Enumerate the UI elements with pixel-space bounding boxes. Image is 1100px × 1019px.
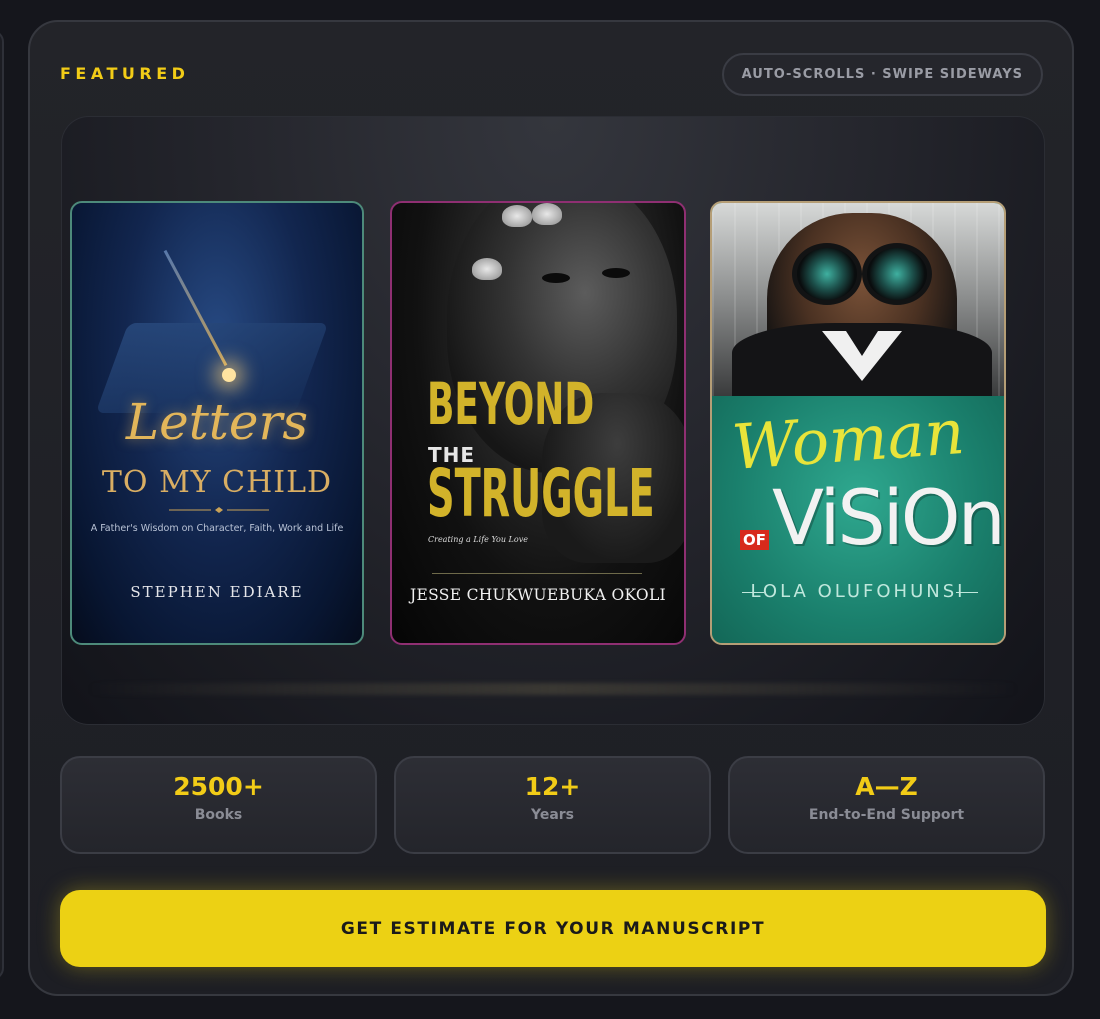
book-card-beyond-the-struggle[interactable]: BEYOND THE STRUGGLE Creating a Life You … — [390, 201, 686, 645]
book-card-letters-to-my-child[interactable]: Letters TO MY CHILD A Father's Wisdom on… — [70, 201, 364, 645]
book-author: JESSE CHUKWUEBUKA OKOLI — [410, 586, 666, 604]
cover-art-photo — [712, 203, 1004, 403]
binocular-icon — [792, 243, 862, 305]
stat-value: 2500+ — [173, 772, 264, 801]
book-subtitle: Creating a Life You Love — [428, 535, 528, 544]
cover-art-eye — [602, 268, 630, 278]
book-card-woman-of-vision[interactable]: Woman ViSiOn OF LOLA OLUFOHUNSI — [710, 201, 1006, 645]
book-title-bottom: STRUGGLE — [427, 455, 655, 532]
stat-value: 12+ — [524, 772, 581, 801]
stat-label: End-to-End Support — [808, 807, 965, 823]
stat-value: A—Z — [855, 772, 918, 801]
section-heading: FEATURED — [60, 64, 190, 83]
stat-card-books: 2500+ Books — [60, 756, 377, 854]
scroll-hint-pill: AUTO-SCROLLS · SWIPE SIDEWAYS — [721, 53, 1043, 96]
book-title-script: Letters — [125, 393, 309, 451]
previous-panel-edge — [0, 30, 4, 980]
book-title-top: BEYOND — [427, 370, 595, 438]
cover-art-eye — [542, 273, 570, 283]
cover-art-flower — [502, 205, 532, 227]
book-author: STEPHEN EDIARE — [130, 583, 304, 601]
book-title-of: OF — [740, 530, 769, 550]
stat-label: Years — [530, 807, 575, 823]
cover-art-flower — [532, 203, 562, 225]
stat-card-years: 12+ Years — [394, 756, 711, 854]
book-title-main: ViSiOn — [772, 473, 1004, 562]
binocular-icon — [862, 243, 932, 305]
stat-label: Books — [194, 807, 243, 823]
get-estimate-button[interactable]: GET ESTIMATE FOR YOUR MANUSCRIPT — [60, 890, 1046, 967]
divider-line — [432, 573, 642, 574]
stat-card-support: A—Z End-to-End Support — [728, 756, 1045, 854]
cover-art-glow — [222, 368, 236, 382]
carousel-shelf-shadow — [88, 683, 1018, 695]
book-subtitle: A Father's Wisdom on Character, Faith, W… — [90, 523, 344, 534]
author-dash-right — [956, 592, 978, 593]
cover-art-flower — [472, 258, 502, 280]
featured-panel: FEATURED AUTO-SCROLLS · SWIPE SIDEWAYS L… — [28, 20, 1074, 996]
ornament-icon — [169, 507, 269, 513]
book-title-main: TO MY CHILD — [101, 465, 333, 500]
book-carousel[interactable]: Letters TO MY CHILD A Father's Wisdom on… — [61, 116, 1045, 725]
